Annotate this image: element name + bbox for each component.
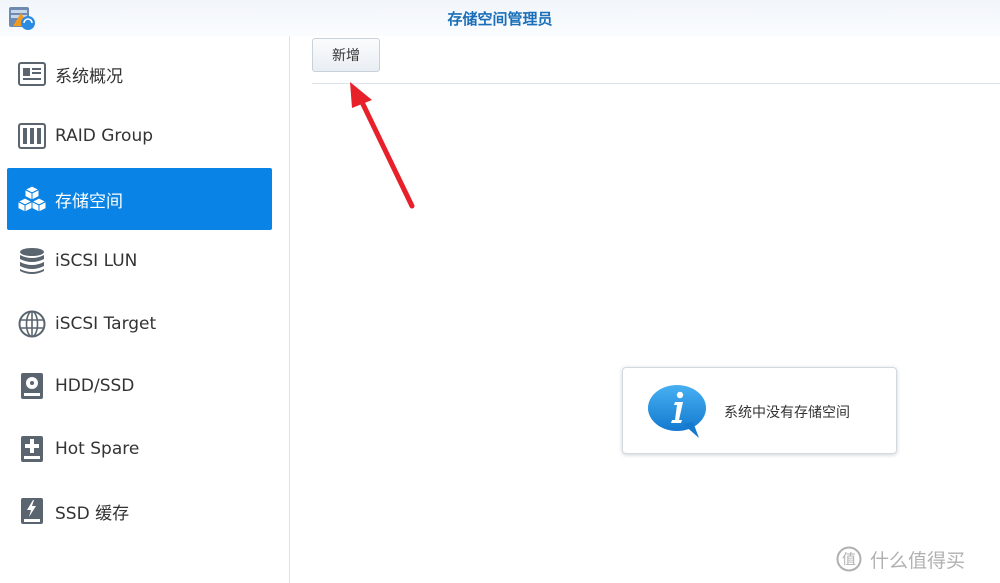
overview-icon — [17, 59, 47, 89]
sidebar-item-label: SSD 缓存 — [55, 503, 130, 524]
sidebar-item-label: Hot Spare — [55, 439, 140, 459]
svg-text:值: 值 — [842, 552, 856, 568]
raid-group-icon — [17, 121, 47, 151]
sidebar-item-ssd-cache[interactable]: SSD 缓存 — [7, 480, 272, 542]
ssd-cache-icon — [17, 496, 47, 526]
hot-spare-icon — [17, 434, 47, 464]
empty-state-text: 系统中没有存储空间 — [724, 405, 850, 421]
window-title: 存储空间管理员 — [447, 10, 553, 28]
hard-disk-icon — [17, 371, 47, 401]
sidebar-item-label: iSCSI LUN — [55, 251, 138, 271]
add-button[interactable]: 新增 — [312, 38, 380, 72]
watermark-text: 什么值得买 — [870, 549, 966, 572]
watermark: 值 什么值得买 — [836, 544, 996, 574]
empty-state-message-box: 系统中没有存储空间 — [622, 367, 897, 454]
sidebar-item-label: RAID Group — [55, 126, 154, 146]
storage-cubes-icon — [17, 184, 47, 214]
sidebar-item-iscsi-lun[interactable]: iSCSI LUN — [7, 230, 272, 292]
zhi-logo-icon: 值 — [836, 546, 862, 572]
globe-icon — [17, 309, 47, 339]
sidebar-item-hot-spare[interactable]: Hot Spare — [7, 418, 272, 480]
sidebar-item-overview[interactable]: 系统概况 — [7, 43, 272, 105]
sidebar-item-iscsi-target[interactable]: iSCSI Target — [7, 293, 272, 355]
sidebar-item-storage[interactable]: 存储空间 — [7, 168, 272, 230]
info-bubble-icon — [648, 385, 706, 438]
sidebar-item-raid-group[interactable]: RAID Group — [7, 105, 272, 167]
sidebar-item-label: iSCSI Target — [55, 314, 157, 334]
sidebar-item-label: 存储空间 — [55, 191, 123, 212]
sidebar-item-hdd-ssd[interactable]: HDD/SSD — [7, 355, 272, 417]
annotation-arrow — [350, 82, 415, 209]
database-icon — [17, 246, 47, 276]
title-bar: 存储空间管理员 — [0, 0, 1000, 36]
sidebar-item-label: HDD/SSD — [55, 376, 135, 396]
sidebar-item-label: 系统概况 — [55, 66, 123, 87]
sidebar: 系统概况 RAID Group 存储空间 iSCSI LUN iSCSI Tar… — [0, 36, 290, 583]
